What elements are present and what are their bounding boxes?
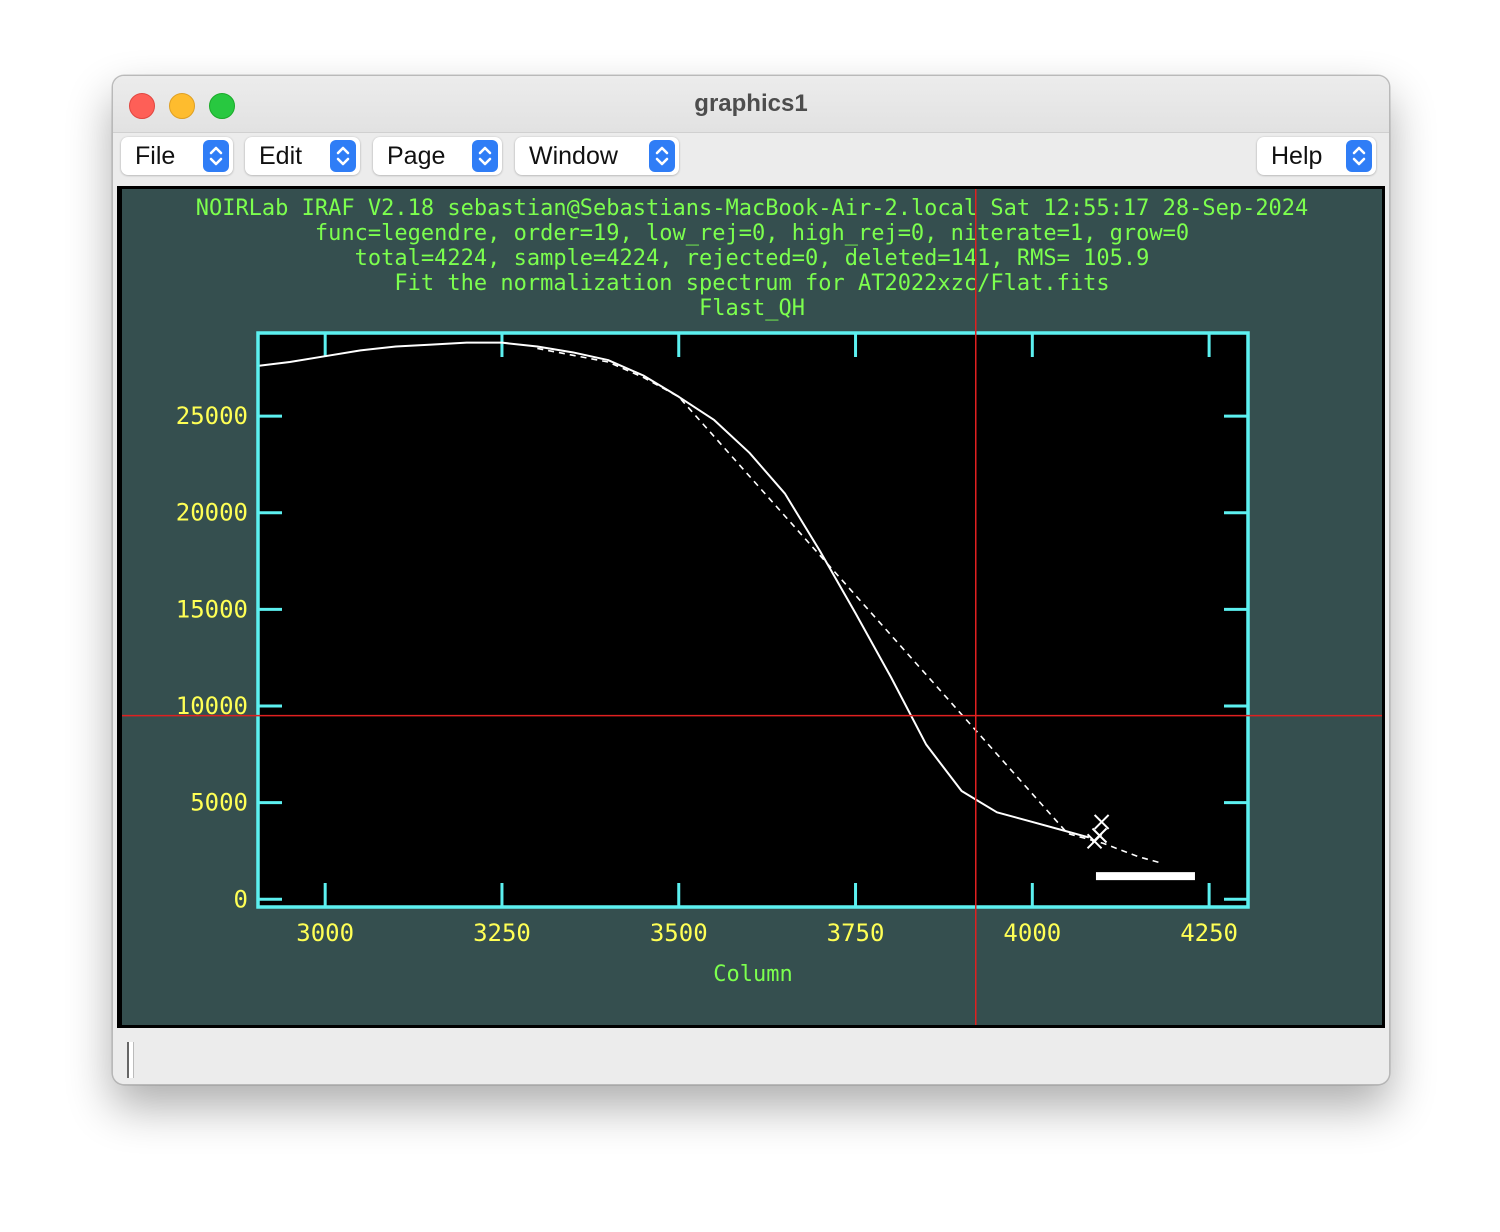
header-line: Flast_QH xyxy=(699,296,805,321)
menu-bar: File Edit Page Window Help xyxy=(113,134,1389,180)
x-axis-label: Column xyxy=(713,962,792,987)
x-tick-label: 3750 xyxy=(827,919,885,947)
chevron-updown-icon xyxy=(330,140,356,172)
chevron-updown-icon xyxy=(203,140,229,172)
y-tick-label: 0 xyxy=(234,885,248,913)
x-tick-label: 4250 xyxy=(1180,919,1238,947)
edit-menu[interactable]: Edit xyxy=(245,137,360,175)
edit-menu-label: Edit xyxy=(259,141,303,170)
graphics-window: graphics1 File Edit Page Window Help NOI… xyxy=(112,75,1390,1085)
header-line: Fit the normalization spectrum for AT202… xyxy=(394,271,1109,296)
file-menu-label: File xyxy=(135,141,176,170)
header-line: func=legendre, order=19, low_rej=0, high… xyxy=(315,221,1189,246)
window-menu-label: Window xyxy=(529,141,618,170)
window-title: graphics1 xyxy=(694,90,808,117)
graphics-canvas[interactable]: NOIRLab IRAF V2.18 sebastian@Sebastians-… xyxy=(117,186,1385,1028)
x-tick-label: 4000 xyxy=(1003,919,1061,947)
chevron-updown-icon xyxy=(1346,140,1372,172)
text-input-caret[interactable] xyxy=(127,1042,134,1078)
x-tick-label: 3500 xyxy=(650,919,708,947)
chevron-updown-icon xyxy=(472,140,498,172)
header-line: NOIRLab IRAF V2.18 sebastian@Sebastians-… xyxy=(196,196,1309,221)
x-tick-label: 3250 xyxy=(473,919,531,947)
y-tick-label: 15000 xyxy=(176,595,248,623)
page-menu[interactable]: Page xyxy=(373,137,502,175)
file-menu[interactable]: File xyxy=(121,137,233,175)
x-tick-label: 3000 xyxy=(296,919,354,947)
page-menu-label: Page xyxy=(387,141,446,170)
iraf-plot[interactable]: NOIRLab IRAF V2.18 sebastian@Sebastians-… xyxy=(120,187,1384,1027)
help-menu-label: Help xyxy=(1271,141,1323,170)
y-tick-label: 25000 xyxy=(176,402,248,430)
chevron-updown-icon xyxy=(649,140,675,172)
y-tick-label: 5000 xyxy=(190,789,248,817)
window-menu[interactable]: Window xyxy=(515,137,679,175)
status-bar xyxy=(113,1036,1389,1084)
help-menu[interactable]: Help xyxy=(1257,137,1376,175)
title-bar: graphics1 xyxy=(113,76,1389,133)
header-line: total=4224, sample=4224, rejected=0, del… xyxy=(355,246,1150,271)
y-tick-label: 20000 xyxy=(176,499,248,527)
